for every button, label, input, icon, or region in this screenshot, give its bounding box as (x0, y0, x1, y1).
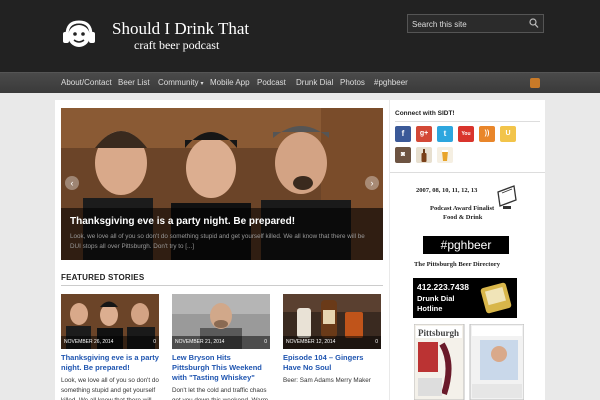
pghbeer-banner[interactable]: #pghbeer (423, 236, 509, 254)
svg-text:Pittsburgh: Pittsburgh (418, 328, 459, 338)
nav-item-photos[interactable]: Photos (340, 78, 365, 87)
nav-item-pghbeer[interactable]: #pghbeer (374, 78, 408, 87)
connect-widget: Connect with SIDT! f g+ t You )) U ◙ (390, 108, 545, 168)
featured-slider[interactable]: ‹ › Thanksgiving eve is a party night. B… (61, 108, 383, 260)
story-card: NOVEMBER 26, 2014 0 Thanksgiving eve is … (61, 294, 159, 400)
phone-icon (480, 282, 512, 314)
story-excerpt: Look, we love all of you so don't do som… (61, 377, 159, 400)
site-tagline: craft beer podcast (134, 38, 220, 52)
facebook-icon[interactable]: f (395, 126, 411, 142)
comment-count[interactable]: 0 (375, 339, 378, 345)
story-card: NOVEMBER 21, 2014 0 Lew Bryson Hits Pitt… (172, 294, 270, 400)
story-date: NOVEMBER 26, 2014 (64, 339, 114, 345)
beer-bottle-icon[interactable] (416, 147, 432, 163)
youtube-icon[interactable]: You (458, 126, 474, 142)
nav-item-drunk-dial[interactable]: Drunk Dial (296, 78, 333, 87)
site-title[interactable]: Should I Drink That (112, 19, 249, 39)
site-header: Should I Drink That craft beer podcast (0, 0, 600, 72)
drunk-dial-line-1: Drunk Dial (417, 294, 455, 303)
story-title[interactable]: Lew Bryson Hits Pittsburgh This Weekend … (172, 353, 270, 383)
slide-excerpt: Look, we love all of you so don't do som… (70, 233, 365, 250)
drunk-dial-banner[interactable]: 412.223.7438 Drunk Dial Hotline (413, 278, 517, 318)
right-gutter (545, 93, 600, 400)
search-input[interactable] (412, 18, 527, 30)
headphone-face-icon (63, 20, 95, 47)
connect-title: Connect with SIDT! (395, 110, 455, 117)
story-excerpt: Don't let the cold and traffic chaos get… (172, 387, 268, 400)
nav-item-community-label: Community (158, 78, 199, 87)
slide-caption: Thanksgiving eve is a party night. Be pr… (61, 208, 383, 260)
twitter-icon[interactable]: t (437, 126, 453, 142)
award-years: 2007, 08, 10, 11, 12, 13 (416, 187, 478, 194)
instagram-icon[interactable]: ◙ (395, 147, 411, 163)
beer-glass-icon[interactable] (437, 147, 453, 163)
main-content: ‹ › Thanksgiving eve is a party night. B… (55, 100, 389, 400)
story-card: NOVEMBER 12, 2014 0 Episode 104 – Ginger… (283, 294, 381, 400)
nav-item-beer-list[interactable]: Beer List (118, 78, 150, 87)
beer-bottle-icon-shape (421, 149, 427, 162)
site-logo[interactable]: Should I Drink That craft beer podcast (60, 16, 250, 56)
rss-icon[interactable]: )) (479, 126, 495, 142)
drunk-dial-title: Drunk Dial Hotline (417, 294, 455, 314)
award-trophy-icon (497, 185, 517, 209)
drunk-dial-phone: 412.223.7438 (417, 282, 469, 292)
story-title[interactable]: Episode 104 – Gingers Have No Soul (283, 353, 381, 373)
magazine-covers-ad[interactable]: Pittsburgh (414, 324, 524, 400)
award-line-2: Food & Drink (443, 214, 483, 221)
comment-count[interactable]: 0 (153, 339, 156, 345)
divider (395, 121, 540, 122)
nav-item-community[interactable]: Community ▾ (158, 78, 203, 87)
main-nav: About/Contact Beer List Community ▾ Mobil… (0, 72, 600, 93)
nav-item-podcast[interactable]: Podcast (257, 78, 286, 87)
slide-title[interactable]: Thanksgiving eve is a party night. Be pr… (70, 216, 295, 227)
nav-item-about-contact[interactable]: About/Contact (61, 78, 112, 87)
story-title[interactable]: Thanksgiving eve is a party night. Be pr… (61, 353, 159, 373)
pghbeer-subtitle: The Pittsburgh Beer Directory (414, 261, 501, 268)
story-thumbnail[interactable]: NOVEMBER 12, 2014 0 (283, 294, 381, 349)
story-thumbnail[interactable]: NOVEMBER 21, 2014 0 (172, 294, 270, 349)
google-plus-icon[interactable]: g+ (416, 126, 432, 142)
slider-next-button[interactable]: › (365, 176, 379, 190)
search-icon[interactable] (528, 17, 540, 30)
story-date: NOVEMBER 12, 2014 (286, 339, 336, 345)
drunk-dial-line-2: Hotline (417, 304, 443, 313)
award-line-1: Podcast Award Finalist (430, 205, 495, 212)
story-thumbnail[interactable]: NOVEMBER 26, 2014 0 (61, 294, 159, 349)
story-excerpt: Beer: Sam Adams Merry Maker (283, 377, 371, 384)
search-box (407, 14, 544, 33)
beer-glass-icon-shape (442, 150, 448, 161)
divider (390, 172, 545, 173)
chevron-down-icon: ▾ (200, 81, 204, 87)
untappd-icon[interactable]: U (500, 126, 516, 142)
rss-icon[interactable] (530, 78, 540, 88)
comment-count[interactable]: 0 (264, 339, 267, 345)
divider (61, 285, 383, 286)
nav-item-mobile-app[interactable]: Mobile App (210, 78, 250, 87)
story-date: NOVEMBER 21, 2014 (175, 339, 225, 345)
featured-stories-heading: FEATURED STORIES (61, 273, 145, 282)
sidebar: Connect with SIDT! f g+ t You )) U ◙ 200… (390, 100, 545, 400)
slider-prev-button[interactable]: ‹ (65, 176, 79, 190)
